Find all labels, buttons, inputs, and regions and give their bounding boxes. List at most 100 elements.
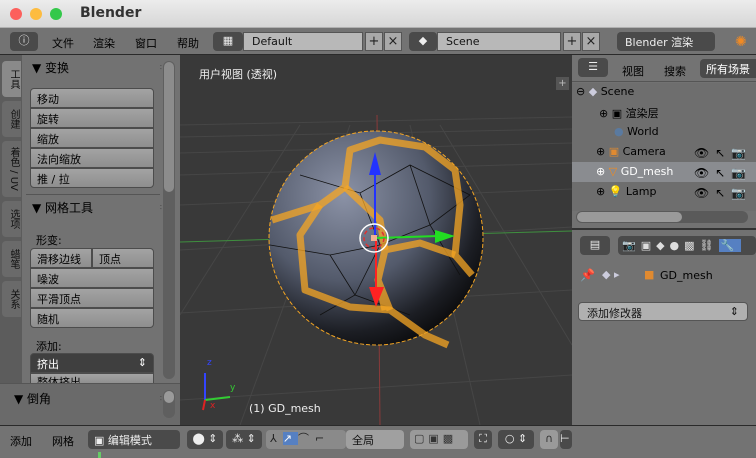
viewport-scene[interactable] bbox=[180, 55, 572, 425]
gizmo-y-label: y bbox=[230, 383, 236, 393]
noise-button[interactable]: 噪波 bbox=[30, 268, 154, 288]
snap-element-select[interactable]: ⊢ bbox=[560, 430, 572, 449]
outliner-menu-search[interactable]: 搜索 bbox=[664, 63, 686, 79]
updown-arrow-icon: ⇕ bbox=[729, 305, 739, 318]
limit-selection-visible-icon[interactable]: ⛶ bbox=[474, 430, 492, 449]
object-cube-icon: ■ bbox=[644, 268, 655, 281]
restrict-toggles[interactable]: 👁↖📷 👁↖📷 👁↖📷 bbox=[694, 143, 756, 203]
menu-add[interactable]: 添加 bbox=[10, 433, 32, 449]
proportional-editing-select[interactable]: ○ ⇕ bbox=[498, 430, 534, 449]
editor-type-info-icon[interactable]: ⓘ bbox=[10, 32, 38, 51]
shrink-fatten-button[interactable]: 法向缩放 bbox=[30, 148, 154, 168]
item-label: 渲染层 bbox=[625, 107, 659, 120]
gizmo-x-label: x bbox=[210, 401, 216, 411]
edge-slide-button[interactable]: 滑移边线 bbox=[30, 248, 92, 268]
tab-tools[interactable]: 工具 bbox=[2, 61, 21, 97]
push-pull-button[interactable]: 推 / 拉 bbox=[30, 168, 154, 188]
window-title: Blender bbox=[80, 5, 142, 21]
viewport-shading-select[interactable]: ⬤ ⇕ bbox=[187, 430, 223, 449]
3d-viewport[interactable]: 用户视图 (透视) + z y x (1) GD_mesh bbox=[180, 55, 572, 425]
mesh-tools-header[interactable]: ▼ 网格工具 bbox=[32, 199, 93, 216]
extrude-select[interactable]: 挤出 ⇕ bbox=[30, 353, 154, 373]
bevel-header[interactable]: ▼ 倒角 bbox=[14, 390, 51, 407]
object-label: (1) GD_mesh bbox=[249, 402, 321, 415]
scrollbar-thumb[interactable] bbox=[164, 62, 174, 192]
manipulator-toggles[interactable]: ⅄↗⌒⌐ bbox=[266, 430, 346, 449]
item-label: GD_mesh bbox=[620, 165, 674, 178]
render-engine-select[interactable]: Blender 渲染 bbox=[617, 32, 715, 51]
select-mode-toggles[interactable]: ▢▣▩ bbox=[410, 430, 468, 449]
rotate-button[interactable]: 旋转 bbox=[30, 108, 154, 128]
pin-icon[interactable]: 📌 bbox=[580, 268, 595, 282]
3d-view-header: 添加 网格 ▣ 编辑模式 ⬤ ⇕ ⁂ ⇕ ⅄↗⌒⌐ 全局 ▢▣▩ ⛶ ○ ⇕ ∩… bbox=[0, 425, 756, 458]
menu-file[interactable]: 文件 bbox=[52, 35, 74, 51]
title-bar: Blender bbox=[0, 0, 756, 28]
gizmo-z-label: z bbox=[207, 358, 212, 368]
scale-button[interactable]: 缩放 bbox=[30, 128, 154, 148]
object-origin bbox=[371, 235, 377, 241]
mode-select[interactable]: ▣ 编辑模式 bbox=[88, 430, 180, 449]
scrollbar-track[interactable] bbox=[163, 61, 175, 379]
scene-breadcrumb-icon: ◆ ▸ bbox=[602, 268, 620, 281]
blender-logo-icon: ✺ bbox=[735, 34, 747, 50]
outliner-menu-view[interactable]: 视图 bbox=[622, 63, 644, 79]
move-button[interactable]: 移动 bbox=[30, 88, 154, 108]
tab-relations[interactable]: 关系 bbox=[2, 281, 21, 317]
add-modifier-select[interactable]: 添加修改器 ⇕ bbox=[578, 302, 748, 321]
expand-properties-button[interactable]: + bbox=[556, 77, 569, 90]
outliner: ☰ 视图 搜索 所有场景 ⊖ ◆ Scene ⊕ ▣ 渲染层 ● World ⊕… bbox=[572, 55, 756, 228]
menu-mesh[interactable]: 网格 bbox=[52, 433, 74, 449]
zoom-window-button[interactable] bbox=[50, 8, 62, 20]
menu-render[interactable]: 渲染 bbox=[93, 35, 115, 51]
add-layout-button[interactable]: + bbox=[365, 32, 383, 51]
randomize-button[interactable]: 随机 bbox=[30, 308, 154, 328]
minimize-window-button[interactable] bbox=[30, 8, 42, 20]
properties-editor: ▤ 📷▣◆●▩⛓ 🔧 📌 ◆ ▸ ■ GD_mesh 添加修改器 ⇕ bbox=[572, 228, 756, 425]
transform-orientation-select[interactable]: 全局 bbox=[346, 430, 404, 449]
tab-options[interactable]: 选项 bbox=[2, 201, 21, 237]
toolshelf-tabs: 工具 创建 着色 / UV 选项 蜡笔 关系 bbox=[0, 55, 22, 425]
mode-label: 编辑模式 bbox=[107, 434, 152, 447]
smooth-vertex-button[interactable]: 平滑顶点 bbox=[30, 288, 154, 308]
close-window-button[interactable] bbox=[10, 8, 22, 20]
layout-field[interactable]: Default bbox=[243, 32, 363, 51]
remove-scene-button[interactable]: × bbox=[582, 32, 600, 51]
transform-header[interactable]: ▼ 变换 bbox=[32, 59, 69, 76]
deform-label: 形变: bbox=[36, 234, 62, 247]
item-label: Lamp bbox=[625, 185, 657, 198]
scene-field[interactable]: Scene bbox=[437, 32, 561, 51]
tab-grease-pencil[interactable]: 蜡笔 bbox=[2, 241, 21, 277]
outliner-editor-icon[interactable]: ☰ bbox=[578, 58, 608, 77]
scene-icon[interactable]: ◆ bbox=[409, 32, 437, 51]
vertex-slide-button[interactable]: 顶点 bbox=[92, 248, 154, 268]
extrude-label: 挤出 bbox=[37, 358, 59, 371]
toolshelf: ▼ 变换 ∷∷ 移动 旋转 缩放 法向缩放 推 / 拉 ▼ 网格工具 ∷∷ 形变… bbox=[0, 55, 180, 425]
snap-magnet-icon[interactable]: ∩ bbox=[540, 430, 558, 449]
mesh-tools-title: 网格工具 bbox=[45, 201, 94, 215]
edit-mode-icon: ▣ bbox=[94, 434, 105, 447]
layout-icon[interactable]: ▦ bbox=[213, 32, 243, 51]
display-mode-select[interactable]: 所有场景 bbox=[700, 59, 756, 78]
properties-context-tabs[interactable]: 📷▣◆●▩⛓ 🔧 bbox=[618, 236, 756, 255]
item-label: World bbox=[627, 125, 659, 138]
bevel-title: 倒角 bbox=[27, 392, 52, 406]
outliner-item-render-layers[interactable]: ⊕ ▣ 渲染层 bbox=[599, 105, 756, 125]
modifier-wrench-tab[interactable]: 🔧 bbox=[718, 239, 742, 252]
menu-help[interactable]: 帮助 bbox=[177, 35, 199, 51]
remove-layout-button[interactable]: × bbox=[384, 32, 402, 51]
divider bbox=[26, 194, 160, 195]
menu-window[interactable]: 窗口 bbox=[135, 35, 157, 51]
tab-shading-uv[interactable]: 着色 / UV bbox=[2, 141, 21, 197]
bevel-scrollbar[interactable] bbox=[163, 390, 175, 418]
item-label: Camera bbox=[622, 145, 666, 158]
outliner-item-scene[interactable]: ⊖ ◆ Scene bbox=[576, 85, 756, 105]
add-scene-button[interactable]: + bbox=[563, 32, 581, 51]
tab-create[interactable]: 创建 bbox=[2, 101, 21, 137]
outliner-item-world[interactable]: ● World bbox=[614, 125, 756, 145]
properties-editor-icon[interactable]: ▤ bbox=[580, 236, 610, 255]
pivot-point-select[interactable]: ⁂ ⇕ bbox=[226, 430, 262, 449]
add-label: 添加: bbox=[36, 340, 62, 353]
axis-gizmo bbox=[202, 373, 231, 411]
translate-manipulator-icon[interactable]: ↗ bbox=[282, 432, 298, 445]
outliner-hscrollbar[interactable] bbox=[576, 211, 748, 223]
